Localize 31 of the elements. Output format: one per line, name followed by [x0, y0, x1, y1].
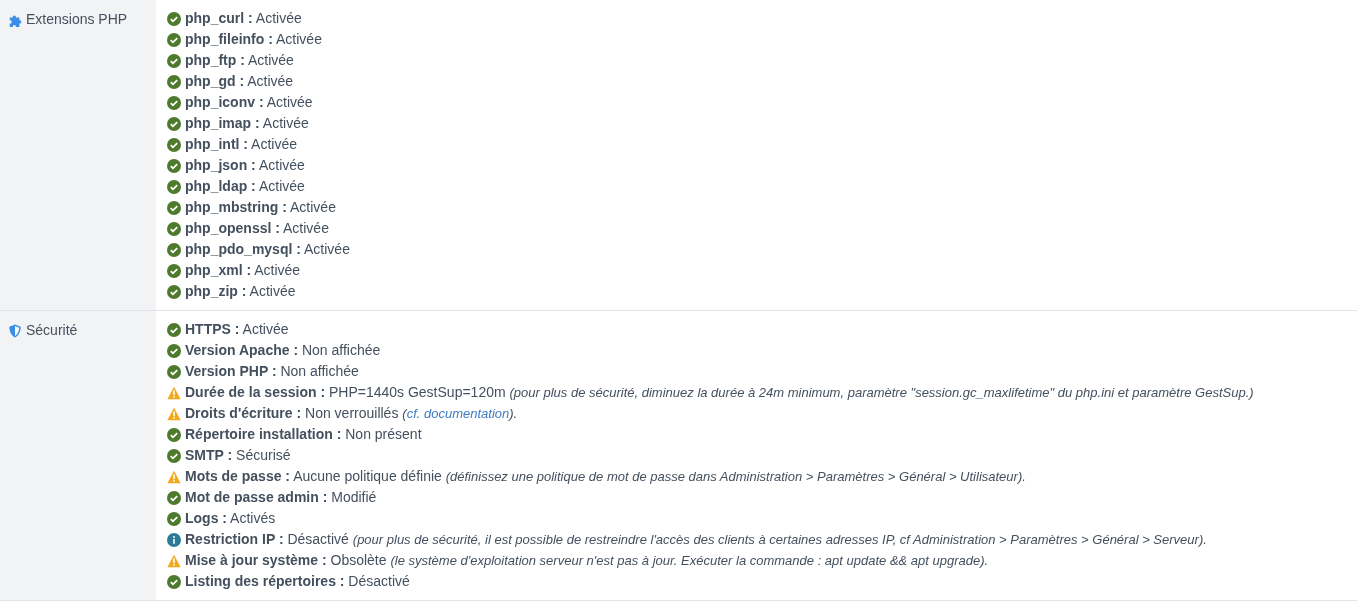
section-title: Extensions PHP [26, 10, 128, 29]
status-text: php_zip : Activée [185, 282, 296, 301]
status-text: php_fileinfo : Activée [185, 30, 322, 49]
status-text: php_pdo_mysql : Activée [185, 240, 350, 259]
status-text: php_json : Activée [185, 156, 305, 175]
status-text: Logs : Activés [185, 509, 276, 528]
status-text: php_curl : Activée [185, 9, 302, 28]
status-text: php_intl : Activée [185, 135, 298, 154]
status-text: Mots de passe : Aucune politique définie (définissez une politique de mot de passe dans Administration > Paramètres > Général > Utilisateur). [185, 467, 1026, 486]
status-text: Mot de passe admin : Modifié [185, 488, 377, 507]
status-text: php_mbstring : Activée [185, 198, 336, 217]
status-text: php_iconv : Activée [185, 93, 313, 112]
status-text: php_ftp : Activée [185, 51, 294, 70]
section-title: Sécurité [26, 321, 78, 340]
status-text: php_ldap : Activée [185, 177, 305, 196]
status-text: Version PHP : Non affichée [185, 362, 359, 381]
status-text: php_xml : Activée [185, 261, 301, 280]
status-text: Mise à jour système : Obsolète (le système d'exploitation serveur n'est pas à jour. Exécuter la commande : apt update && apt upgrade). [185, 551, 989, 570]
status-text: Listing des répertoires : Désactivé [185, 572, 410, 591]
status-text: Durée de la session : PHP=1440s GestSup=120m (pour plus de sécurité, diminuez la durée à 24m minimum, paramètre "session.gc_maxlifetime" du php.ini et paramètre GestSup.) [185, 383, 1254, 402]
status-text: php_openssl : Activée [185, 219, 329, 238]
status-text: SMTP : Sécurisé [185, 446, 291, 465]
status-text: php_imap : Activée [185, 114, 309, 133]
status-text: php_gd : Activée [185, 72, 294, 91]
puzzle-icon [8, 12, 22, 27]
status-text: Droits d'écriture : Non verrouillés (cf. documentation). [185, 404, 518, 423]
status-text: HTTPS : Activée [185, 320, 289, 339]
status-text: Version Apache : Non affichée [185, 341, 381, 360]
status-text: Répertoire installation : Non présent [185, 425, 422, 444]
status-text: Restriction IP : Désactivé (pour plus de sécurité, il est possible de restreindre l'accès des clients à certaines adresses IP, cf Administration > Paramètres > Général > Serveur). [185, 530, 1207, 549]
shield-icon [8, 323, 22, 338]
